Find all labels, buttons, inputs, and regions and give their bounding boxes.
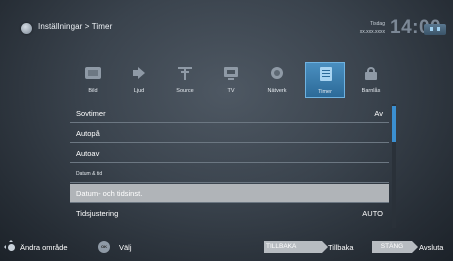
change-area-hint: Ändra område (20, 243, 68, 252)
navigation-arrows-icon (4, 240, 18, 254)
tv-settings-screen: Inställningar > Timer Tisdag xx.xxx.xxxx… (0, 0, 453, 261)
tv-icon (222, 66, 240, 80)
tab-label: Nätverk (267, 88, 287, 94)
tab-tv[interactable]: TV (211, 62, 251, 98)
select-hint: Välj (119, 243, 132, 252)
menu-item-label: Autoav (76, 149, 100, 158)
section-header-datum-tid: Datum & tid (70, 164, 389, 183)
menu-item-value: AUTO (362, 209, 383, 218)
menu-item-label: Autopå (76, 129, 100, 138)
tab-label: Timer (318, 89, 332, 95)
close-arrow-icon (412, 241, 418, 253)
tab-label: TV (227, 88, 235, 94)
menu-item-autoav[interactable]: Autoav (70, 144, 389, 163)
ok-button-icon: OK (98, 241, 110, 253)
menu-item-autopa[interactable]: Autopå (70, 124, 389, 143)
network-icon (268, 66, 286, 80)
menu-item-label: Tidsjustering (76, 209, 119, 218)
tab-natverk[interactable]: Nätverk (257, 62, 297, 98)
menu-item-value: Av (374, 109, 383, 118)
day-label: Tisdag (370, 21, 385, 27)
header: Inställningar > Timer Tisdag xx.xxx.xxxx… (0, 0, 453, 58)
breadcrumb: Inställningar > Timer (38, 22, 113, 31)
tab-source[interactable]: Source (165, 62, 205, 98)
picture-icon (84, 66, 102, 80)
menu-item-datum-tidsinst[interactable]: Datum- och tidsinst. (70, 184, 389, 203)
scrollbar[interactable] (392, 104, 396, 228)
antenna-icon (176, 66, 194, 80)
date-label: xx.xxx.xxxx (359, 29, 385, 35)
back-button[interactable]: TILLBAKA (264, 241, 322, 253)
close-button[interactable]: STÄNG (372, 241, 412, 253)
menu-item-label: Datum- och tidsinst. (76, 189, 143, 198)
menu-item-sovtimer[interactable]: Sovtimer Av (70, 104, 389, 123)
tab-label: Barnlås (361, 88, 381, 94)
timer-icon (317, 67, 335, 81)
tab-ljud[interactable]: Ljud (119, 62, 159, 98)
tab-label: Bild (88, 88, 98, 94)
menu-item-label: Sovtimer (76, 109, 106, 118)
section-label: Datum & tid (76, 171, 103, 177)
tab-bild[interactable]: Bild (73, 62, 113, 98)
tab-label: Source (176, 88, 194, 94)
tab-timer[interactable]: Timer (305, 62, 345, 98)
settings-icon (21, 23, 32, 34)
tab-label: Ljud (133, 88, 145, 94)
child-lock-icon (362, 66, 380, 80)
speaker-icon (130, 66, 148, 80)
scrollbar-thumb[interactable] (392, 106, 396, 142)
close-hint: Avsluta (419, 243, 444, 252)
timer-menu: Sovtimer Av Autopå Autoav Datum & tid Da… (70, 104, 389, 228)
menu-item-tidsjustering[interactable]: Tidsjustering AUTO (70, 204, 389, 223)
tab-barnlas[interactable]: Barnlås (351, 62, 391, 98)
category-tabs: Bild Ljud Source TV Nätverk Timer Barnlå… (73, 62, 389, 98)
signal-icon (424, 24, 446, 35)
back-hint: Tillbaka (328, 243, 354, 252)
footer: Ändra område OK Välj TILLBAKA Tillbaka S… (0, 240, 453, 261)
